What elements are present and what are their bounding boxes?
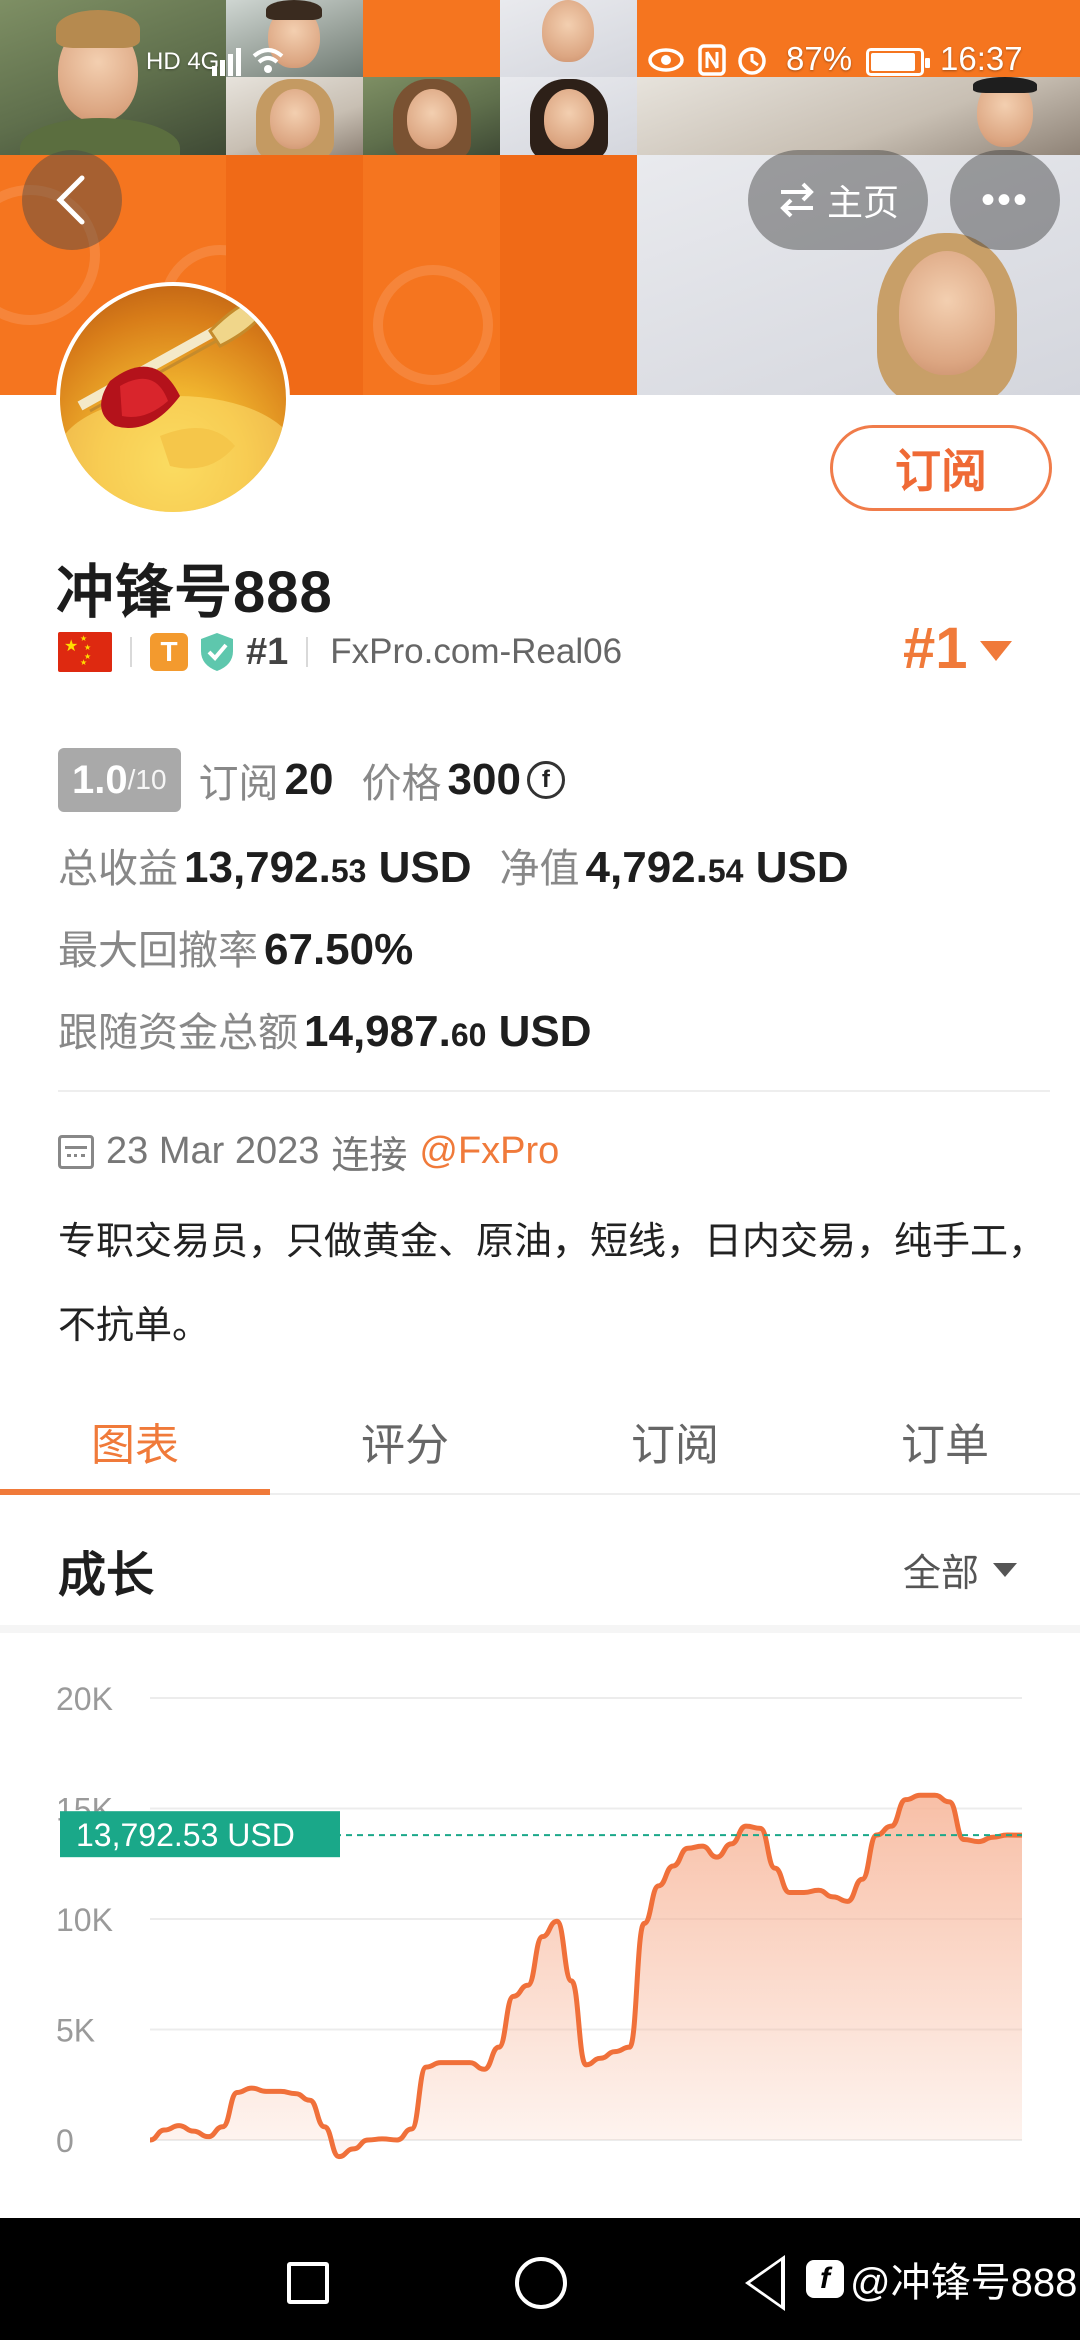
clock: 16:37 bbox=[940, 40, 1023, 77]
banner-tile bbox=[363, 0, 500, 77]
banner-photo bbox=[363, 77, 500, 155]
status-signal: HD 4G bbox=[146, 48, 220, 75]
server-name: FxPro.com-Real06 bbox=[330, 632, 623, 671]
growth-chart[interactable]: 20K15K10K5K013,792.53 USD bbox=[0, 1640, 1080, 2220]
section-title: 成长 bbox=[58, 1549, 155, 1602]
total-profit-label: 总收益 bbox=[58, 847, 178, 891]
broker-link[interactable]: @FxPro bbox=[419, 1130, 559, 1173]
trader-badge: T bbox=[150, 633, 188, 671]
range-dropdown[interactable]: 全部 bbox=[903, 1542, 1018, 1597]
chevron-left-icon bbox=[56, 175, 85, 225]
section-separator bbox=[0, 1625, 1080, 1633]
watermark: f @冲锋号888 bbox=[806, 2250, 1077, 2308]
more-button[interactable]: ••• bbox=[950, 150, 1060, 250]
battery-percent: 87% bbox=[786, 40, 853, 77]
subs-value: 20 bbox=[284, 755, 334, 804]
y-tick-label: 0 bbox=[56, 2123, 74, 2159]
stats-row-4: 跟随资金总额 14,987.60 USD bbox=[58, 1000, 592, 1058]
home-label: 主页 bbox=[826, 182, 899, 223]
caret-down-icon bbox=[993, 1562, 1018, 1577]
subs-label: 订阅 bbox=[198, 762, 279, 806]
follow-funds-label: 跟随资金总额 bbox=[58, 1011, 298, 1055]
drawdown-value: 67.50% bbox=[264, 925, 414, 974]
stats-row-1: 1.0/10 订阅 20 价格 300 f bbox=[58, 748, 565, 812]
y-tick-label: 10K bbox=[56, 1902, 113, 1938]
home-button[interactable]: 主页 bbox=[748, 150, 928, 250]
banner-tile bbox=[500, 155, 637, 395]
coin-icon: f bbox=[526, 761, 565, 799]
banner-tile bbox=[363, 155, 500, 395]
status-bars-icon bbox=[210, 42, 288, 86]
connection-date: 23 Mar 2023 bbox=[106, 1130, 320, 1172]
badge-row: ★ ★ ★ ★ ★ T #1 FxPro.com-Real06 bbox=[58, 630, 622, 674]
more-icon: ••• bbox=[980, 177, 1029, 222]
divider bbox=[130, 637, 132, 667]
banner-photo bbox=[500, 77, 637, 155]
banner-photo bbox=[0, 0, 226, 155]
rank-small: #1 bbox=[246, 630, 289, 673]
tab-bar: 图表 评分 订阅 订单 bbox=[0, 1395, 1080, 1495]
connection-info: 23 Mar 2023 连接 @FxPro bbox=[58, 1124, 559, 1179]
banner-photo bbox=[500, 0, 637, 77]
rank-selector[interactable]: #1 bbox=[903, 615, 1012, 682]
verified-shield-icon bbox=[198, 631, 236, 673]
connection-label: 连接 bbox=[331, 1135, 408, 1177]
battery-icon bbox=[866, 48, 930, 76]
total-profit-value: 13,792.53 USD bbox=[184, 843, 472, 892]
back-button[interactable] bbox=[22, 150, 122, 250]
app-logo-icon: f bbox=[806, 2260, 844, 2298]
trader-bio: 专职交易员，只做黄金、原油，短线，日内交易，纯手工，不抗单。 bbox=[58, 1221, 1047, 1347]
trumpet-icon bbox=[60, 297, 286, 512]
divider bbox=[58, 1090, 1050, 1092]
tab-rating[interactable]: 评分 bbox=[270, 1395, 540, 1493]
home-nav-button[interactable] bbox=[515, 2257, 567, 2309]
stats-row-3: 最大回撤率 67.50% bbox=[58, 918, 413, 976]
price-label: 价格 bbox=[361, 762, 442, 806]
tab-orders[interactable]: 订单 bbox=[810, 1395, 1080, 1493]
score-badge: 1.0/10 bbox=[58, 748, 181, 812]
watermark-text: @冲锋号888 bbox=[850, 2261, 1078, 2305]
trader-name: 冲锋号888 bbox=[56, 560, 333, 625]
recent-apps-button[interactable] bbox=[287, 2262, 329, 2304]
tab-subscribe[interactable]: 订阅 bbox=[540, 1395, 810, 1493]
price-value: 300 bbox=[447, 755, 521, 804]
china-flag-icon: ★ ★ ★ ★ ★ bbox=[58, 632, 112, 672]
range-label: 全部 bbox=[903, 1553, 980, 1595]
status-icons bbox=[648, 42, 778, 86]
avatar[interactable] bbox=[56, 282, 290, 516]
equity-value: 4,792.54 USD bbox=[585, 843, 849, 892]
y-tick-label: 20K bbox=[56, 1681, 113, 1717]
back-nav-button[interactable] bbox=[745, 2255, 785, 2311]
equity-label: 净值 bbox=[499, 847, 580, 891]
divider bbox=[306, 637, 309, 667]
caret-down-icon bbox=[979, 640, 1012, 661]
calendar-icon bbox=[58, 1134, 94, 1169]
follow-funds-value: 14,987.60 USD bbox=[304, 1007, 592, 1056]
rank-value: #1 bbox=[903, 616, 968, 681]
banner-photo bbox=[226, 77, 363, 155]
current-value-label: 13,792.53 USD bbox=[76, 1817, 295, 1853]
swap-icon bbox=[780, 182, 814, 218]
tab-chart[interactable]: 图表 bbox=[0, 1395, 270, 1495]
subscribe-button[interactable]: 订阅 bbox=[830, 425, 1052, 511]
y-tick-label: 5K bbox=[56, 2013, 95, 2049]
drawdown-label: 最大回撤率 bbox=[58, 929, 258, 973]
banner-photo bbox=[637, 77, 1080, 155]
stats-row-2: 总收益 13,792.53 USD 净值 4,792.54 USD bbox=[58, 836, 849, 894]
